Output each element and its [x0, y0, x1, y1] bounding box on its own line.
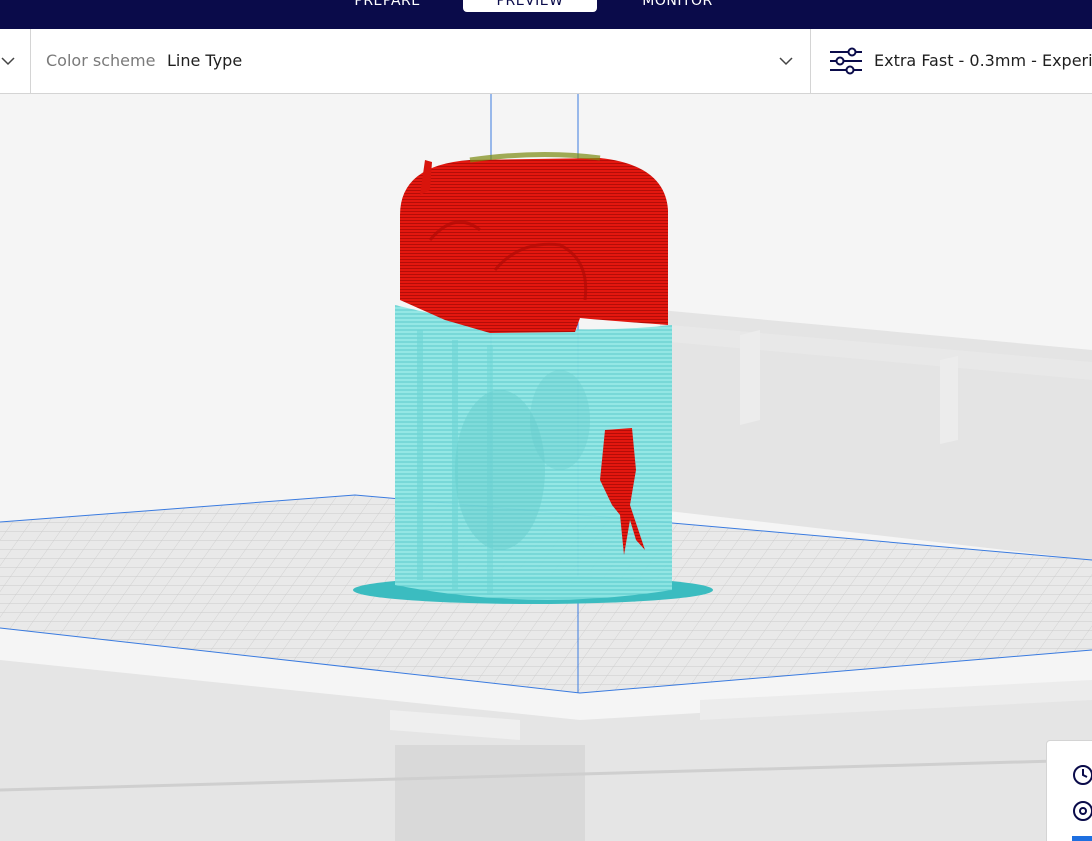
print-info-panel — [1046, 740, 1092, 841]
3d-viewport[interactable] — [0, 94, 1092, 841]
clock-icon — [1073, 765, 1092, 785]
settings-sliders-icon[interactable] — [828, 46, 864, 76]
color-scheme-label: Color scheme — [46, 51, 156, 70]
view-toolbar: Color scheme Line Type Extra Fast - 0.3m… — [0, 29, 1092, 94]
chevron-down-icon[interactable] — [0, 51, 16, 71]
chevron-down-icon[interactable] — [778, 53, 794, 69]
stage-bar: PREPARE PREVIEW MONITOR — [0, 0, 1092, 29]
print-profile-selector[interactable]: Extra Fast - 0.3mm - Experim — [874, 51, 1092, 70]
tab-monitor[interactable]: MONITOR — [615, 0, 740, 12]
tab-prepare[interactable]: PREPARE — [330, 0, 445, 12]
divider — [810, 29, 811, 93]
model-head — [400, 151, 668, 333]
accent-bar — [1072, 836, 1092, 841]
color-scheme-dropdown[interactable]: Line Type — [167, 51, 242, 70]
tab-preview[interactable]: PREVIEW — [463, 0, 597, 12]
divider — [30, 29, 31, 93]
cura-window: PREPARE PREVIEW MONITOR Color scheme Lin… — [0, 0, 1092, 841]
filament-spool-icon — [1073, 801, 1092, 821]
